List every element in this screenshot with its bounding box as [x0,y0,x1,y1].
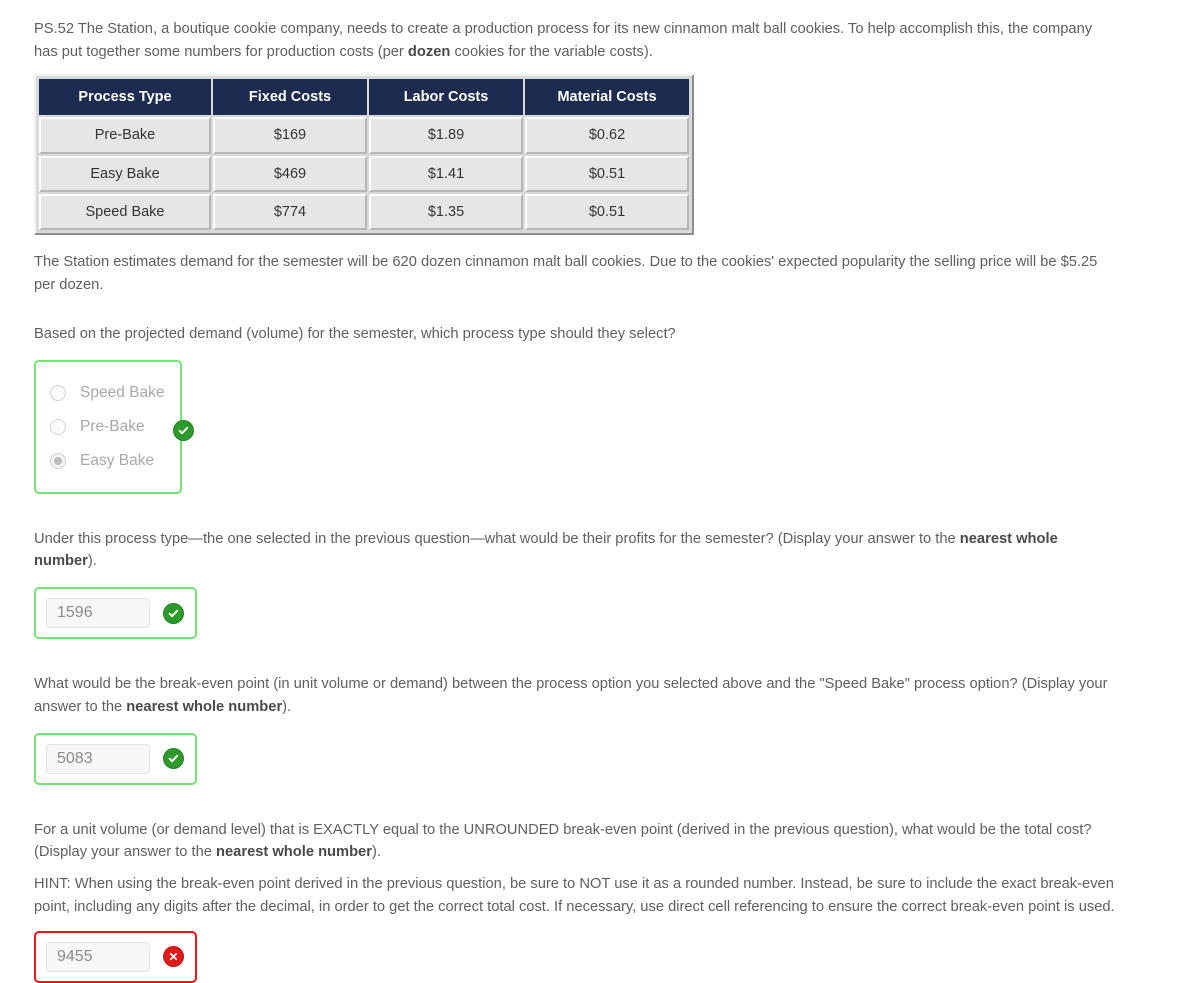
check-circle-icon [174,420,193,440]
cell-process-type: Easy Bake [39,155,211,192]
intro-paragraph: PS.52 The Station, a boutique cookie com… [34,18,1119,64]
question2-text-part1: Under this process type—the one selected… [34,530,960,547]
question4-answer-block [34,930,1166,983]
column-header-labor-costs: Labor Costs [369,78,523,116]
radio-option-label: Speed Bake [80,383,165,401]
column-header-material-costs: Material Costs [525,78,689,116]
cell-material-costs: $0.62 [525,117,689,154]
table-row: Pre-Bake $169 $1.89 $0.62 [39,117,689,154]
question3-prompt: What would be the break-even point (in u… [34,673,1119,719]
question4-text-part1: For a unit volume (or demand level) that… [34,821,1092,861]
answer-field-wrapper-q2 [34,587,197,640]
question4-text-part2: ). [371,844,381,861]
radio-icon[interactable] [50,418,66,435]
question3-emphasis: nearest whole number [126,698,283,715]
question2-text-part2: ). [87,553,97,570]
table-row: Speed Bake $774 $1.35 $0.51 [39,193,689,231]
answer-input-q4[interactable] [46,941,150,972]
question4-prompt: For a unit volume (or demand level) that… [34,819,1119,865]
radio-option-pre-bake[interactable]: Pre-Bake [50,410,164,444]
cell-labor-costs: $1.35 [369,193,523,231]
answer-field-wrapper-q3 [34,732,197,785]
cell-process-type: Speed Bake [39,193,211,231]
cell-process-type: Pre-Bake [39,117,211,154]
cell-fixed-costs: $169 [213,117,367,154]
answer-input-q3[interactable] [46,743,150,774]
intro-emphasis: dozen [407,43,451,60]
check-circle-icon [164,603,183,623]
answer-input-q2[interactable] [46,598,150,629]
demand-paragraph: The Station estimates demand for the sem… [34,254,1098,293]
question-page: PS.52 The Station, a boutique cookie com… [0,0,1200,983]
question4-emphasis: nearest whole number [216,844,372,861]
radio-option-label: Easy Bake [80,451,155,469]
question3-answer-block [34,732,1166,785]
radio-icon-selected[interactable] [50,452,66,469]
column-header-fixed-costs: Fixed Costs [213,78,367,116]
table-row: Easy Bake $469 $1.41 $0.51 [39,155,689,192]
cell-labor-costs: $1.89 [369,117,523,154]
production-cost-table: Process Type Fixed Costs Labor Costs Mat… [37,76,691,233]
question1-prompt: Based on the projected demand (volume) f… [34,325,676,342]
table-header-row: Process Type Fixed Costs Labor Costs Mat… [39,78,689,116]
intro-text-part2: cookies for the variable costs). [450,43,653,60]
radio-option-speed-bake[interactable]: Speed Bake [50,376,164,410]
answer-field-wrapper-q4 [34,930,197,983]
question2-answer-block [34,587,1166,640]
check-circle-icon [164,749,183,769]
question2-prompt: Under this process type—the one selected… [34,528,1119,574]
column-header-process-type: Process Type [39,78,211,116]
question3-text-part2: ). [282,698,292,715]
radio-group-process-type[interactable]: Speed Bake Pre-Bake Easy Bake [34,359,193,494]
cell-material-costs: $0.51 [525,155,689,192]
cell-material-costs: $0.51 [525,193,689,231]
cost-table-frame: Process Type Fixed Costs Labor Costs Mat… [34,73,694,236]
cell-labor-costs: $1.41 [369,155,523,192]
radio-option-easy-bake[interactable]: Easy Bake [50,444,164,478]
question4-hint: HINT: When using the break-even point de… [34,876,1115,916]
radio-option-label: Pre-Bake [80,417,145,435]
x-circle-icon [164,947,183,967]
cell-fixed-costs: $774 [213,193,367,231]
question1-answer-block: Speed Bake Pre-Bake Easy Bake [34,359,1166,494]
cell-fixed-costs: $469 [213,155,367,192]
radio-icon[interactable] [50,384,66,401]
